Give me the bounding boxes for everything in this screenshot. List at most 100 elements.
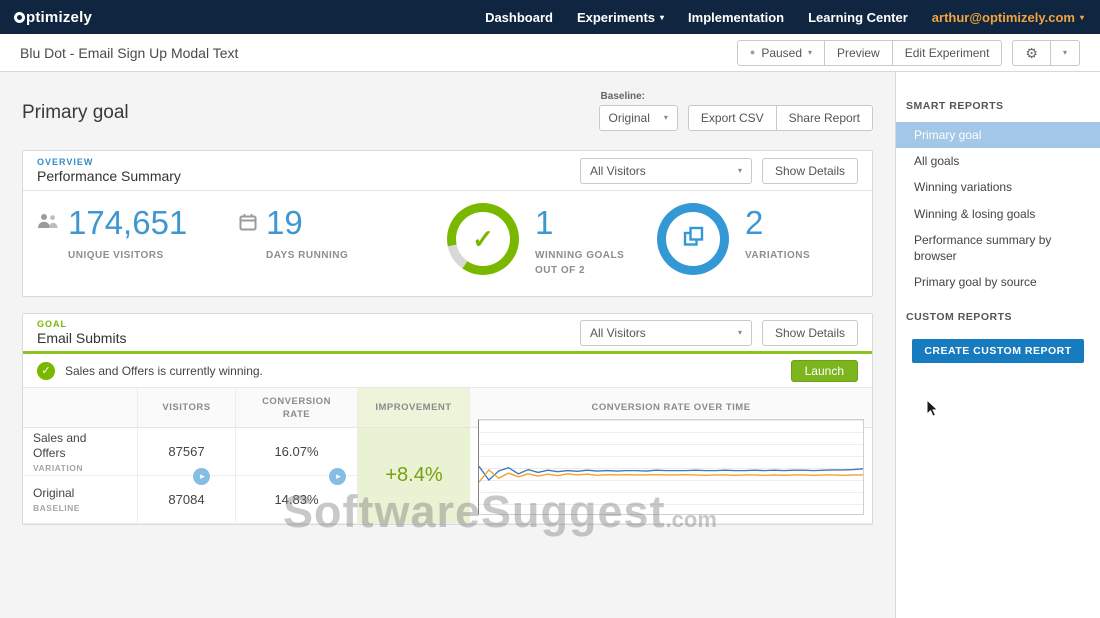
sidebar-item-winning-variations[interactable]: Winning variations	[896, 174, 1100, 200]
report-header: Primary goal Baseline: Original ▾ Export…	[22, 90, 873, 136]
goal-title: Email Submits	[37, 330, 127, 347]
variation-name: Sales and Offers	[33, 430, 87, 460]
variations-label: VARIATIONS	[745, 250, 811, 262]
optimizely-logo[interactable]: ptimizely	[0, 9, 106, 26]
check-circle-icon: ✓	[37, 361, 55, 380]
logo-o-icon	[14, 11, 25, 23]
overview-segment-select[interactable]: All Visitors ▾	[579, 157, 752, 184]
performance-summary-card: OVERVIEW Performance Summary All Visitor…	[22, 150, 873, 298]
improvement-cell: +8.4%	[358, 428, 470, 525]
settings-button[interactable]: ⚙	[1012, 39, 1051, 66]
stat-winning-goals: ✓ 1 WINNING GOALS OUT OF 2	[447, 203, 657, 278]
variations-donut-inner	[666, 212, 720, 266]
overview-show-details-button[interactable]: Show Details	[761, 157, 858, 184]
settings-menu-button[interactable]: ▾	[1049, 39, 1080, 66]
sidebar-item-winning-losing-goals[interactable]: Winning & losing goals	[896, 201, 1100, 227]
conversion-chart-box	[478, 419, 864, 516]
check-icon: ✓	[472, 224, 494, 254]
custom-reports-heading: CUSTOM REPORTS	[906, 311, 1012, 324]
export-csv-label: Export CSV	[700, 111, 764, 125]
overview-title: Performance Summary	[37, 168, 181, 184]
variations-icon	[683, 226, 704, 252]
header-variation	[23, 388, 138, 429]
email-submits-goal-card: GOAL Email Submits All Visitors ▾ Show D…	[22, 313, 873, 526]
people-icon	[37, 213, 59, 263]
overview-show-details-label: Show Details	[774, 163, 845, 178]
toolbar-actions: ● Paused ▾ Preview Edit Experiment ⚙ ▾	[736, 39, 1100, 66]
overview-segment-value: All Visitors	[589, 163, 646, 178]
nav-implementation[interactable]: Implementation	[688, 10, 784, 25]
header-conversion-rate: CONVERSION RATE	[236, 388, 358, 429]
chevron-down-icon: ▾	[737, 327, 742, 337]
nav-learning-center-label: Learning Center	[808, 9, 908, 25]
baseline-name: Original	[33, 486, 75, 501]
stat-unique-visitors: 174,651 UNIQUE VISITORS	[37, 204, 239, 263]
sidebar-item-primary-goal[interactable]: Primary goal	[896, 122, 1100, 149]
results-table: VISITORS CONVERSION RATE IMPROVEMENT CON…	[23, 388, 872, 525]
sidebar-item-primary-goal-by-source[interactable]: Primary goal by source	[896, 269, 1100, 295]
smart-reports-heading: SMART REPORTS	[906, 100, 1004, 112]
variations-donut	[657, 203, 729, 275]
preview-button[interactable]: Preview	[824, 39, 893, 66]
edit-experiment-button[interactable]: Edit Experiment	[891, 39, 1003, 66]
report-controls: Baseline: Original ▾ Export CSV Share Re…	[598, 91, 873, 131]
export-share-group: Export CSV Share Report	[687, 105, 873, 131]
goal-show-details-label: Show Details	[774, 325, 845, 340]
overview-eyebrow: OVERVIEW	[37, 157, 94, 167]
header-improvement: IMPROVEMENT	[358, 388, 470, 429]
table-row-variation-name: Sales and Offers VARIATION	[23, 428, 138, 477]
paused-label: Paused	[761, 45, 803, 60]
settings-group: ⚙ ▾	[1012, 39, 1080, 66]
stat-days-running: 19 DAYS RUNNING	[239, 204, 447, 263]
play-icon: ▸	[200, 471, 205, 482]
conversion-chart-cell	[470, 419, 872, 525]
launch-label: Launch	[804, 363, 844, 378]
unique-visitors-label: UNIQUE VISITORS	[68, 250, 164, 262]
experiment-toolbar: Blu Dot - Email Sign Up Modal Text ● Pau…	[0, 34, 1100, 72]
goal-controls: All Visitors ▾ Show Details	[579, 319, 858, 346]
days-running-value: 19	[266, 204, 303, 241]
baseline-label: Baseline:	[600, 91, 646, 102]
paused-status-button[interactable]: ● Paused ▾	[736, 39, 826, 66]
winning-banner: ✓ Sales and Offers is currently winning.…	[23, 354, 872, 389]
overview-card-header: OVERVIEW Performance Summary All Visitor…	[23, 151, 872, 191]
baseline-value: Original	[608, 111, 650, 125]
launch-button[interactable]: Launch	[790, 359, 858, 382]
status-dot-icon: ●	[749, 47, 756, 57]
chevron-down-icon: ▾	[660, 13, 665, 22]
chevron-down-icon: ▾	[1062, 47, 1067, 57]
baseline-tag: BASELINE	[33, 503, 80, 514]
calendar-icon	[239, 213, 257, 263]
overview-controls: All Visitors ▾ Show Details	[579, 157, 858, 184]
share-report-button[interactable]: Share Report	[775, 105, 873, 131]
nav-dashboard[interactable]: Dashboard	[485, 10, 553, 25]
gear-icon: ⚙	[1025, 44, 1038, 61]
winning-goals-value: 1	[535, 204, 554, 241]
nav-implementation-label: Implementation	[688, 9, 785, 25]
header-visitors: VISITORS	[138, 388, 236, 429]
goal-show-details-button[interactable]: Show Details	[761, 319, 858, 346]
create-custom-report-button[interactable]: CREATE CUSTOM REPORT	[912, 339, 1084, 364]
winning-goals-donut-inner: ✓	[456, 212, 510, 266]
export-csv-button[interactable]: Export CSV	[687, 105, 777, 131]
goal-segment-select[interactable]: All Visitors ▾	[579, 319, 752, 346]
goal-segment-value: All Visitors	[589, 325, 646, 340]
baseline-select[interactable]: Original ▾	[598, 105, 678, 131]
play-icon: ▸	[336, 471, 341, 482]
account-menu[interactable]: arthur@optimizely.com ▾	[932, 10, 1084, 25]
check-icon: ✓	[41, 365, 51, 378]
days-running-label: DAYS RUNNING	[266, 250, 349, 262]
stat-variations: 2 VARIATIONS	[657, 203, 811, 275]
account-email-label: arthur@optimizely.com	[931, 9, 1075, 25]
nav-experiments[interactable]: Experiments ▾	[577, 10, 664, 25]
overview-stats: 174,651 UNIQUE VISITORS 19 DAYS RUNNING	[23, 191, 872, 296]
top-nav: ptimizely Dashboard Experiments ▾ Impleme…	[0, 0, 1100, 34]
sidebar-item-all-goals[interactable]: All goals	[896, 148, 1100, 174]
nav-learning-center[interactable]: Learning Center	[808, 10, 908, 25]
top-nav-links: Dashboard Experiments ▾ Implementation Le…	[485, 10, 1100, 25]
variation-tag: VARIATION	[33, 462, 83, 473]
sidebar-item-performance-by-browser[interactable]: Performance summary by browser	[896, 227, 1100, 269]
overview-heading: OVERVIEW Performance Summary	[37, 157, 181, 184]
goal-eyebrow: GOAL	[37, 319, 67, 330]
goal-heading: GOAL Email Submits	[37, 319, 126, 346]
